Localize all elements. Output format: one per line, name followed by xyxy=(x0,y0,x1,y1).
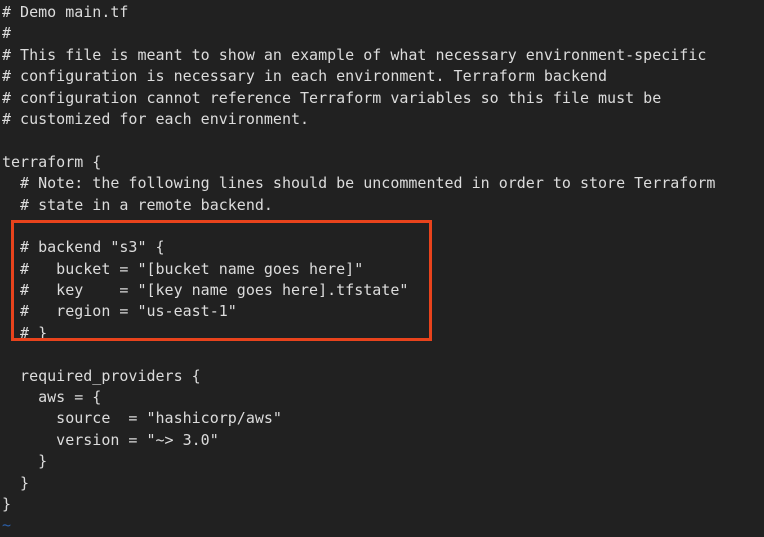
code-line: } xyxy=(2,494,12,513)
code-line: # xyxy=(2,24,12,43)
code-line: } xyxy=(2,473,30,492)
code-line: terraform { xyxy=(2,152,102,171)
code-line: # backend "s3" { xyxy=(2,238,165,257)
code-line: required_providers { xyxy=(2,366,201,385)
code-line: # customized for each environment. xyxy=(2,109,310,128)
code-line: # configuration cannot reference Terrafo… xyxy=(2,88,662,107)
code-line: source = "hashicorp/aws" xyxy=(2,409,282,428)
code-line: # key = "[key name goes here].tfstate" xyxy=(2,281,409,300)
code-line: } xyxy=(2,452,48,471)
code-content[interactable]: # Demo main.tf # # This file is meant to… xyxy=(0,0,764,537)
text-editor[interactable]: # Demo main.tf # # This file is meant to… xyxy=(0,0,764,534)
empty-line-tilde-marker: ~ xyxy=(2,516,12,535)
code-line: version = "~> 3.0" xyxy=(2,430,219,449)
code-line: aws = { xyxy=(2,388,102,407)
code-line: # bucket = "[bucket name goes here]" xyxy=(2,259,364,278)
code-line: # This file is meant to show an example … xyxy=(2,45,707,64)
code-line: # Demo main.tf xyxy=(2,3,129,21)
code-line: # Note: the following lines should be un… xyxy=(2,174,716,193)
code-line: # configuration is necessary in each env… xyxy=(2,67,608,86)
code-line: # state in a remote backend. xyxy=(2,195,273,214)
code-line: # } xyxy=(2,323,48,342)
code-line: # region = "us-east-1" xyxy=(2,302,237,321)
